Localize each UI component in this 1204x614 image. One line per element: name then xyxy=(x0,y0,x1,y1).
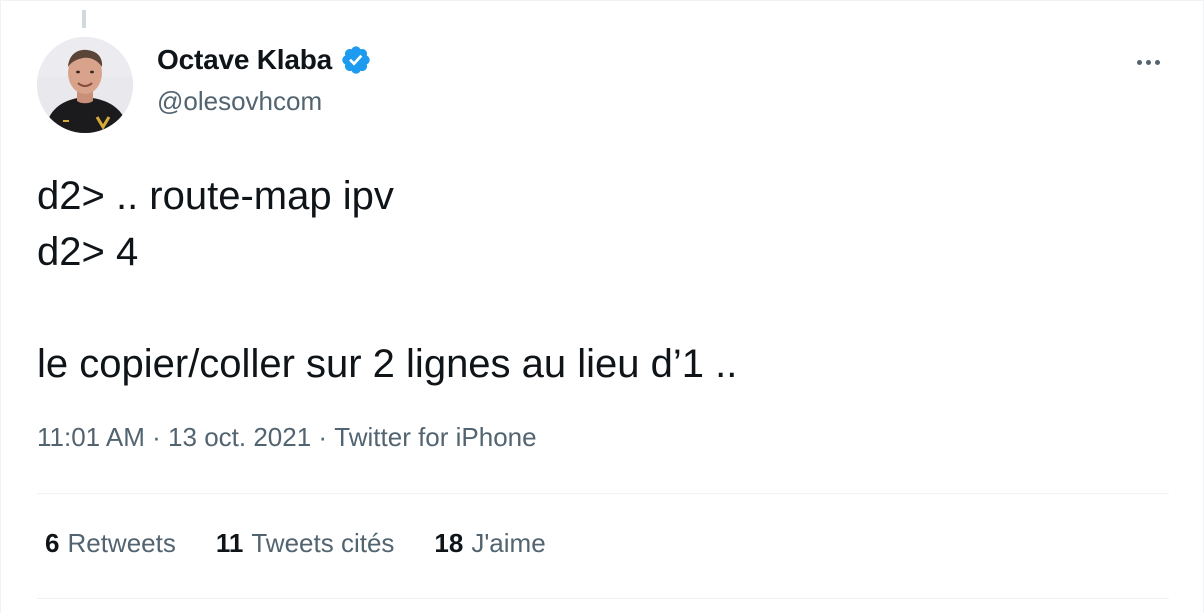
retweets-stat[interactable]: 6 Retweets xyxy=(45,528,176,559)
more-dot xyxy=(1154,59,1160,65)
tweet-text: d2> .. route-map ipv d2> 4 le copier/col… xyxy=(37,174,738,386)
author-handle[interactable]: @olesovhcom xyxy=(157,86,322,117)
likes-stat[interactable]: 18 J'aime xyxy=(434,528,545,559)
tweet-stats: 6 Retweets 11 Tweets cités 18 J'aime xyxy=(45,528,546,559)
likes-count: 18 xyxy=(434,528,464,558)
quote-tweets-count: 11 xyxy=(215,528,244,558)
author-block: Octave Klaba xyxy=(157,44,372,76)
quote-tweets-label: Tweets cités xyxy=(251,528,395,558)
verified-badge-icon xyxy=(342,46,370,74)
avatar[interactable] xyxy=(37,37,133,133)
tweet-date[interactable]: 13 oct. 2021 xyxy=(168,422,311,453)
tweet-time[interactable]: 11:01 AM xyxy=(37,422,145,453)
likes-label: J'aime xyxy=(471,528,546,558)
meta-separator: · xyxy=(311,422,335,452)
divider-bottom xyxy=(37,598,1169,599)
author-name[interactable]: Octave Klaba xyxy=(157,44,332,76)
divider-top xyxy=(37,493,1169,494)
thread-connector-line xyxy=(82,10,86,28)
retweets-count: 6 xyxy=(45,528,60,558)
retweets-label: Retweets xyxy=(67,528,176,558)
more-horizontal-icon[interactable] xyxy=(1126,46,1170,78)
meta-separator: · xyxy=(144,422,169,452)
more-dot xyxy=(1136,59,1142,65)
tweet-source[interactable]: Twitter for iPhone xyxy=(334,422,536,453)
quote-tweets-stat[interactable]: 11 Tweets cités xyxy=(216,528,395,559)
tweet-metadata: 11:01 AM · 13 oct. 2021 · Twitter for iP… xyxy=(37,422,537,453)
more-dot xyxy=(1145,59,1151,65)
